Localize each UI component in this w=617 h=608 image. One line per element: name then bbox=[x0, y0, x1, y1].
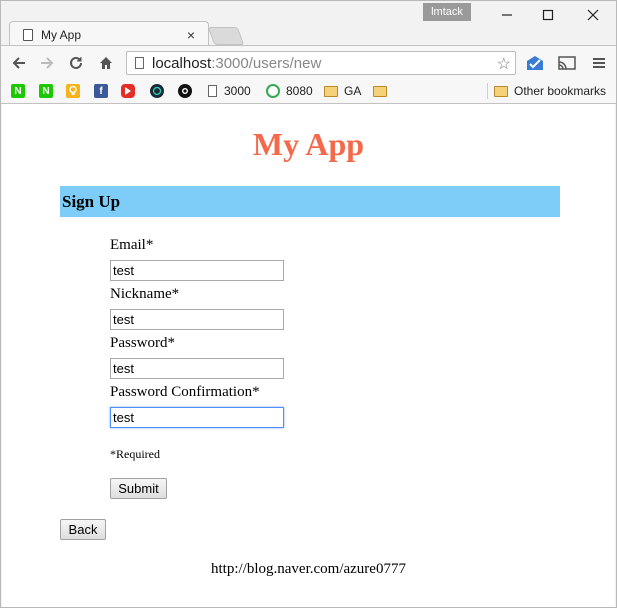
home-icon bbox=[100, 57, 112, 69]
facebook-icon: f bbox=[94, 84, 108, 98]
arrow-right-icon bbox=[41, 57, 54, 69]
folder-icon bbox=[494, 85, 508, 97]
bookmark-label: 8080 bbox=[286, 84, 313, 98]
inbox-extension-icon[interactable] bbox=[525, 54, 545, 72]
password-field[interactable] bbox=[110, 358, 284, 379]
bookmarks-bar: N N f 3000 8080 GA Other bookmarks bbox=[1, 79, 616, 104]
bookmark-facebook[interactable]: f bbox=[94, 83, 108, 99]
menu-icon[interactable] bbox=[589, 54, 609, 72]
lightbulb-icon bbox=[66, 84, 80, 98]
profile-badge[interactable]: lmtack bbox=[423, 3, 471, 21]
bookmark-naver-2[interactable]: N bbox=[39, 83, 53, 99]
url-path: :3000/users/new bbox=[211, 54, 322, 72]
bookmark-label: GA bbox=[344, 84, 362, 98]
bookmark-label: 3000 bbox=[224, 84, 251, 98]
active-tab-content[interactable]: My App × bbox=[13, 25, 203, 45]
tab-close-icon[interactable]: × bbox=[187, 27, 195, 43]
url-host: localhost bbox=[152, 54, 212, 72]
bookmark-folder-ga[interactable]: GA bbox=[324, 83, 361, 99]
naver-n-icon: N bbox=[11, 84, 25, 98]
close-icon bbox=[587, 9, 599, 21]
reload-button[interactable] bbox=[66, 53, 86, 73]
sign-up-heading: Sign Up bbox=[60, 186, 560, 217]
bookmark-keep[interactable] bbox=[66, 83, 80, 99]
bookmark-star-icon[interactable]: ☆ bbox=[497, 54, 511, 74]
bookmark-app[interactable] bbox=[150, 83, 164, 99]
bookmark-github[interactable] bbox=[178, 83, 192, 99]
bookmark-naver-1[interactable]: N bbox=[11, 83, 25, 99]
minimize-button[interactable] bbox=[487, 1, 527, 29]
page-icon bbox=[135, 57, 144, 69]
home-button[interactable] bbox=[96, 53, 116, 73]
bookmark-8080[interactable]: 8080 bbox=[266, 83, 313, 99]
email-label: Email* bbox=[110, 237, 154, 253]
minimize-icon bbox=[502, 14, 512, 16]
address-bar[interactable]: localhost:3000/users/new ☆ bbox=[126, 51, 516, 75]
close-window-button[interactable] bbox=[573, 1, 613, 29]
other-bookmarks-label: Other bookmarks bbox=[514, 84, 607, 98]
cast-icon[interactable] bbox=[557, 54, 577, 72]
naver-n-icon: N bbox=[39, 84, 53, 98]
arrow-left-icon bbox=[12, 57, 25, 69]
reload-icon bbox=[70, 56, 82, 69]
maximize-button[interactable] bbox=[528, 1, 568, 29]
maximize-icon bbox=[542, 9, 554, 21]
password-confirmation-field[interactable] bbox=[110, 407, 284, 428]
page-icon bbox=[208, 85, 217, 97]
password-confirmation-label: Password Confirmation* bbox=[110, 384, 260, 400]
submit-button[interactable]: Submit bbox=[110, 478, 167, 499]
folder-icon bbox=[373, 85, 387, 97]
browser-window: My App × lmtack localhost:3000/users/ne… bbox=[0, 0, 617, 608]
tab-strip: My App × lmtack bbox=[1, 1, 616, 48]
tab-title: My App bbox=[41, 28, 82, 42]
page-icon bbox=[23, 29, 33, 41]
required-note: *Required bbox=[110, 447, 160, 461]
nickname-label: Nickname* bbox=[110, 286, 180, 302]
forward-nav-button[interactable] bbox=[37, 53, 57, 73]
new-tab-button[interactable] bbox=[207, 27, 245, 45]
back-nav-button[interactable] bbox=[9, 53, 29, 73]
folder-icon bbox=[324, 85, 338, 97]
youtube-icon bbox=[121, 84, 135, 98]
nickname-field[interactable] bbox=[110, 309, 284, 330]
page-title: My App bbox=[252, 126, 365, 162]
page-content: My App Sign Up Email* Nickname* Password… bbox=[2, 104, 615, 607]
other-bookmarks[interactable]: Other bookmarks bbox=[487, 83, 606, 99]
browser-toolbar: localhost:3000/users/new ☆ bbox=[1, 45, 616, 80]
dark-app-icon bbox=[150, 84, 164, 98]
password-label: Password* bbox=[110, 335, 176, 351]
footer-url-text: http://blog.naver.com/azure0777 bbox=[211, 561, 406, 577]
email-field[interactable] bbox=[110, 260, 284, 281]
bookmark-3000[interactable]: 3000 bbox=[208, 83, 251, 99]
bookmark-youtube[interactable] bbox=[121, 83, 135, 99]
bookmark-folder[interactable] bbox=[373, 83, 393, 99]
green-q-icon bbox=[266, 84, 280, 98]
back-button[interactable]: Back bbox=[60, 519, 106, 540]
github-icon bbox=[178, 84, 192, 98]
